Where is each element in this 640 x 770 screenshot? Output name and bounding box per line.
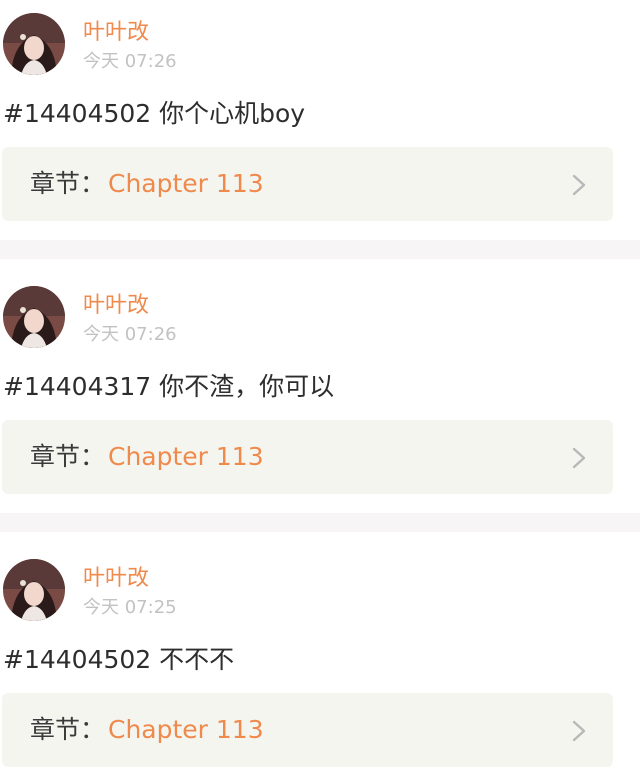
username[interactable]: 叶叶改 <box>83 566 149 592</box>
timestamp: 今天 07:26 <box>83 324 177 345</box>
chapter-label: 章节： <box>30 442 106 471</box>
section-divider <box>0 513 640 532</box>
user-avatar[interactable] <box>3 13 65 75</box>
chapter-link-card[interactable]: 章节： Chapter 113 <box>2 420 613 494</box>
chevron-right-icon <box>572 447 586 469</box>
timestamp: 今天 07:26 <box>83 51 177 72</box>
section-divider <box>0 240 640 259</box>
chapter-value: Chapter 113 <box>108 715 264 744</box>
chevron-right-icon <box>572 720 586 742</box>
comment-text: #14404317 你不渣，你可以 <box>3 372 335 401</box>
comment-text: #14404502 你个心机boy <box>3 99 306 128</box>
chapter-label: 章节： <box>30 715 106 744</box>
chapter-link-card[interactable]: 章节： Chapter 113 <box>2 147 613 221</box>
chapter-label: 章节： <box>30 169 106 198</box>
timestamp: 今天 07:25 <box>83 597 177 618</box>
chapter-value: Chapter 113 <box>108 169 264 198</box>
chapter-value: Chapter 113 <box>108 442 264 471</box>
username[interactable]: 叶叶改 <box>83 20 149 46</box>
user-avatar[interactable] <box>3 286 65 348</box>
comment-post: 叶叶改 今天 07:26 #14404317 你不渣，你可以 章节： Chapt… <box>0 273 640 496</box>
user-avatar[interactable] <box>3 559 65 621</box>
chapter-link-card[interactable]: 章节： Chapter 113 <box>2 693 613 767</box>
comment-post: 叶叶改 今天 07:25 #14404502 不不不 章节： Chapter 1… <box>0 546 640 769</box>
username[interactable]: 叶叶改 <box>83 293 149 319</box>
comment-text: #14404502 不不不 <box>3 645 235 674</box>
comment-post: 叶叶改 今天 07:26 #14404502 你个心机boy 章节： Chapt… <box>0 0 640 223</box>
chevron-right-icon <box>572 174 586 196</box>
